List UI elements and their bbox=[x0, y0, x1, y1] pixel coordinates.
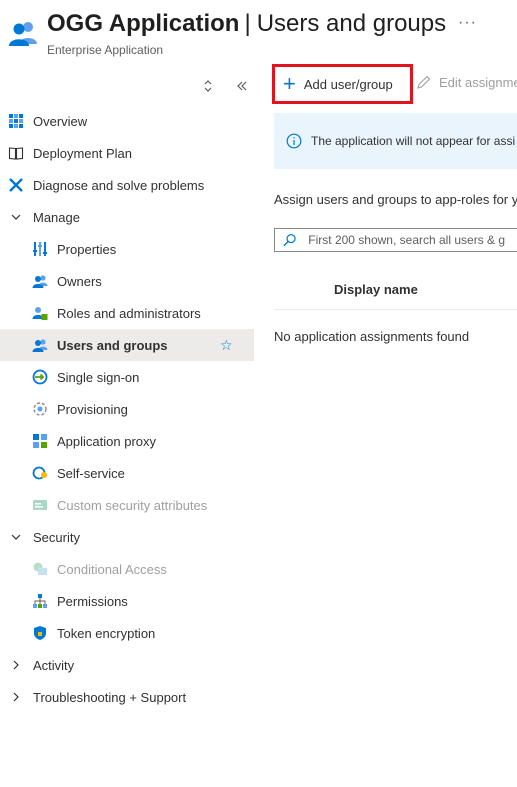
permissions-icon bbox=[32, 593, 48, 609]
assign-description: Assign users and groups to app-roles for… bbox=[274, 192, 517, 207]
edit-assignment-button[interactable]: Edit assignme bbox=[416, 74, 517, 90]
app-name: OGG Application bbox=[47, 10, 240, 37]
sidebar-item-token-encryption[interactable]: Token encryption bbox=[0, 617, 254, 649]
search-icon bbox=[283, 233, 296, 247]
sidebar-item-overview[interactable]: Overview bbox=[0, 105, 254, 137]
sidebar-item-label: Token encryption bbox=[57, 625, 156, 641]
sidebar-nav: Overview Deployment Plan Diagnose and so… bbox=[0, 105, 254, 713]
info-message-bar: The application will not appear for assi bbox=[274, 113, 517, 169]
collapse-sidebar-icon[interactable] bbox=[234, 78, 250, 94]
sidebar-item-label: Self-service bbox=[57, 465, 125, 481]
shield-icon bbox=[32, 625, 48, 641]
wrench-icon bbox=[8, 177, 24, 193]
sidebar-item-deployment-plan[interactable]: Deployment Plan bbox=[0, 137, 254, 169]
add-user-group-label: Add user/group bbox=[303, 76, 393, 92]
sidebar-item-label: Owners bbox=[57, 273, 102, 289]
sidebar-item-single-sign-on[interactable]: Single sign-on bbox=[0, 361, 254, 393]
favorite-star-icon[interactable]: ☆ bbox=[220, 337, 236, 353]
users-groups-icon bbox=[32, 337, 48, 353]
sidebar-group-activity[interactable]: Activity bbox=[0, 649, 254, 681]
empty-state-message: No application assignments found bbox=[274, 329, 470, 344]
sidebar-item-label: Custom security attributes bbox=[57, 497, 208, 513]
sidebar-item-label: Roles and administrators bbox=[57, 305, 201, 321]
sidebar-item-properties[interactable]: Properties bbox=[0, 233, 254, 265]
self-service-icon bbox=[32, 465, 48, 481]
provisioning-icon bbox=[32, 401, 48, 417]
sidebar-group-troubleshooting[interactable]: Troubleshooting + Support bbox=[0, 681, 254, 713]
sidebar-item-permissions[interactable]: Permissions bbox=[0, 585, 254, 617]
sidebar-item-owners[interactable]: Owners bbox=[0, 265, 254, 297]
search-input[interactable] bbox=[308, 233, 517, 247]
sidebar-item-label: Provisioning bbox=[57, 401, 128, 417]
pencil-icon bbox=[417, 75, 431, 89]
chevron-down-icon bbox=[8, 529, 24, 545]
sidebar-item-label: Application proxy bbox=[57, 433, 156, 449]
chevron-down-icon bbox=[8, 209, 24, 225]
overview-grid-icon bbox=[8, 113, 24, 129]
sidebar-item-conditional-access[interactable]: Conditional Access bbox=[0, 553, 254, 585]
page-title: OGG Application | Users and groups bbox=[47, 10, 446, 38]
sidebar-item-label: Properties bbox=[57, 241, 117, 257]
column-header-display-name[interactable]: Display name bbox=[334, 282, 418, 297]
edit-assignment-label: Edit assignme bbox=[439, 74, 517, 90]
conditional-access-icon bbox=[32, 561, 48, 577]
sidebar-group-label: Security bbox=[33, 529, 80, 545]
properties-icon bbox=[32, 241, 48, 257]
sidebar-item-diagnose[interactable]: Diagnose and solve problems bbox=[0, 169, 254, 201]
sidebar-item-label: Deployment Plan bbox=[33, 145, 132, 161]
roles-icon bbox=[32, 305, 48, 321]
users-app-icon bbox=[8, 18, 38, 48]
sidebar-item-application-proxy[interactable]: Application proxy bbox=[0, 425, 254, 457]
sidebar-item-provisioning[interactable]: Provisioning bbox=[0, 393, 254, 425]
add-user-group-button[interactable]: + Add user/group bbox=[272, 64, 413, 104]
sidebar-item-label: Permissions bbox=[57, 593, 128, 609]
expand-collapse-icon[interactable] bbox=[200, 78, 216, 94]
sidebar-item-label: Conditional Access bbox=[57, 561, 167, 577]
sidebar-item-custom-security-attributes[interactable]: Custom security attributes bbox=[0, 489, 254, 521]
plus-icon: + bbox=[283, 71, 296, 96]
sidebar-item-label: Users and groups bbox=[57, 337, 168, 353]
page-subtitle: Enterprise Application bbox=[47, 43, 164, 57]
app-header: OGG Application | Users and groups ··· Ent… bbox=[0, 0, 517, 64]
custom-attributes-icon bbox=[32, 497, 48, 513]
title-separator: | bbox=[244, 10, 251, 37]
sidebar-item-users-groups[interactable]: Users and groups ☆ bbox=[0, 329, 254, 361]
single-sign-on-icon bbox=[32, 369, 48, 385]
sidebar-group-label: Manage bbox=[33, 209, 80, 225]
chevron-right-icon bbox=[8, 657, 24, 673]
sidebar-item-self-service[interactable]: Self-service bbox=[0, 457, 254, 489]
info-message-text: The application will not appear for assi bbox=[311, 134, 516, 148]
table-header: Display name bbox=[274, 270, 517, 310]
info-icon bbox=[286, 133, 302, 149]
book-icon bbox=[8, 145, 24, 161]
sidebar-item-label: Single sign-on bbox=[57, 369, 140, 385]
sidebar-group-label: Activity bbox=[33, 657, 75, 673]
search-box[interactable] bbox=[274, 228, 517, 252]
sidebar-item-label: Overview bbox=[33, 113, 88, 129]
command-bar: + Add user/group Edit assignme bbox=[270, 62, 517, 106]
application-proxy-icon bbox=[32, 433, 48, 449]
sidebar-group-security[interactable]: Security bbox=[0, 521, 254, 553]
chevron-right-icon bbox=[8, 689, 24, 705]
sidebar-group-manage[interactable]: Manage bbox=[0, 201, 254, 233]
more-options-button[interactable]: ··· bbox=[458, 14, 477, 32]
sidebar-item-label: Diagnose and solve problems bbox=[33, 177, 205, 193]
owners-icon bbox=[32, 273, 48, 289]
page-name: Users and groups bbox=[256, 10, 447, 37]
sidebar-group-label: Troubleshooting + Support bbox=[33, 689, 187, 705]
sidebar-item-roles-administrators[interactable]: Roles and administrators bbox=[0, 297, 254, 329]
